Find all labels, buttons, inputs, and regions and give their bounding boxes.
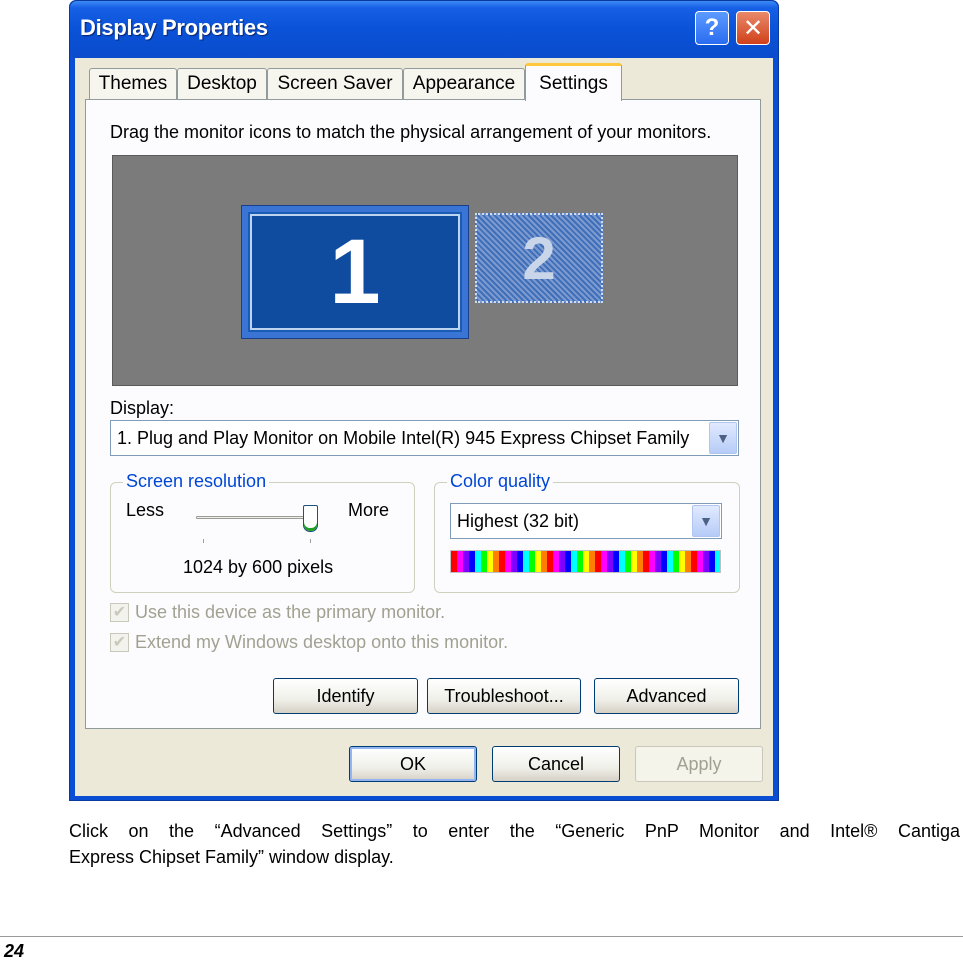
display-properties-window: Display Properties ? ✕ Themes Desktop Sc… (69, 0, 779, 801)
color-quality-select[interactable]: Highest (32 bit) ▼ (450, 503, 722, 539)
extend-desktop-checkbox-row[interactable]: ✔ Extend my Windows desktop onto this mo… (110, 630, 508, 654)
chevron-down-icon[interactable]: ▼ (692, 505, 720, 537)
identify-button[interactable]: Identify (273, 678, 418, 714)
color-quality-group: Color quality Highest (32 bit) ▼ (434, 471, 740, 593)
footer-divider (0, 936, 963, 937)
monitor-2-icon[interactable]: 2 (475, 213, 603, 303)
settings-panel: Drag the monitor icons to match the phys… (85, 99, 761, 729)
dialog-client-area: Themes Desktop Screen Saver Appearance S… (75, 58, 773, 796)
primary-monitor-label: Use this device as the primary monitor. (135, 601, 446, 622)
close-button[interactable]: ✕ (736, 11, 770, 45)
monitor-2-number: 2 (522, 224, 556, 292)
screen-resolution-legend: Screen resolution (123, 471, 270, 492)
apply-button[interactable]: Apply (635, 746, 763, 782)
tab-screen-saver[interactable]: Screen Saver (267, 68, 403, 99)
display-label: Display: (110, 398, 175, 418)
resolution-less-label: Less (126, 500, 165, 520)
tab-settings[interactable]: Settings (525, 63, 622, 101)
instruction-caption-line-2: Express Chipset Family” window display. (69, 847, 394, 867)
extend-desktop-label: Extend my Windows desktop onto this moni… (135, 631, 509, 652)
extend-desktop-checkbox[interactable]: ✔ (110, 632, 129, 652)
arrangement-instruction: Drag the monitor icons to match the phys… (110, 122, 712, 142)
chevron-down-icon[interactable]: ▼ (709, 422, 737, 454)
troubleshoot-button[interactable]: Troubleshoot... (427, 678, 581, 714)
color-spectrum-bar (450, 550, 721, 573)
tab-desktop[interactable]: Desktop (177, 68, 267, 99)
color-quality-legend: Color quality (447, 471, 554, 492)
slider-tick-min (203, 539, 204, 543)
title-bar[interactable]: Display Properties ? ✕ (70, 1, 778, 58)
close-icon: ✕ (742, 14, 764, 42)
monitor-1-icon[interactable]: 1 (241, 205, 469, 339)
display-select-value: 1. Plug and Play Monitor on Mobile Intel… (117, 427, 690, 448)
color-quality-value: Highest (32 bit) (457, 510, 580, 531)
help-button[interactable]: ? (695, 11, 729, 45)
slider-tick-max (310, 539, 311, 543)
advanced-button[interactable]: Advanced (594, 678, 739, 714)
monitor-arrangement-area: 1 2 (112, 155, 738, 386)
resolution-slider-thumb[interactable] (303, 505, 318, 532)
page-number: 24 (4, 941, 25, 960)
resolution-more-label: More (348, 500, 390, 520)
screen-resolution-group: Screen resolution Less More 1024 by 600 … (110, 471, 415, 593)
cancel-button[interactable]: Cancel (492, 746, 620, 782)
resolution-value: 1024 by 600 pixels (183, 557, 334, 577)
tab-appearance[interactable]: Appearance (403, 68, 525, 99)
resolution-slider-track[interactable] (196, 516, 309, 519)
help-icon: ? (704, 14, 720, 41)
tab-themes[interactable]: Themes (89, 68, 177, 99)
monitor-1-number: 1 (250, 214, 460, 330)
display-select[interactable]: 1. Plug and Play Monitor on Mobile Intel… (110, 420, 739, 456)
primary-monitor-checkbox-row[interactable]: ✔ Use this device as the primary monitor… (110, 600, 445, 624)
window-title: Display Properties (80, 15, 268, 40)
instruction-caption-line-1: Click on the “Advanced Settings” to ente… (69, 821, 960, 841)
primary-monitor-checkbox[interactable]: ✔ (110, 602, 129, 622)
ok-button[interactable]: OK (349, 746, 477, 782)
